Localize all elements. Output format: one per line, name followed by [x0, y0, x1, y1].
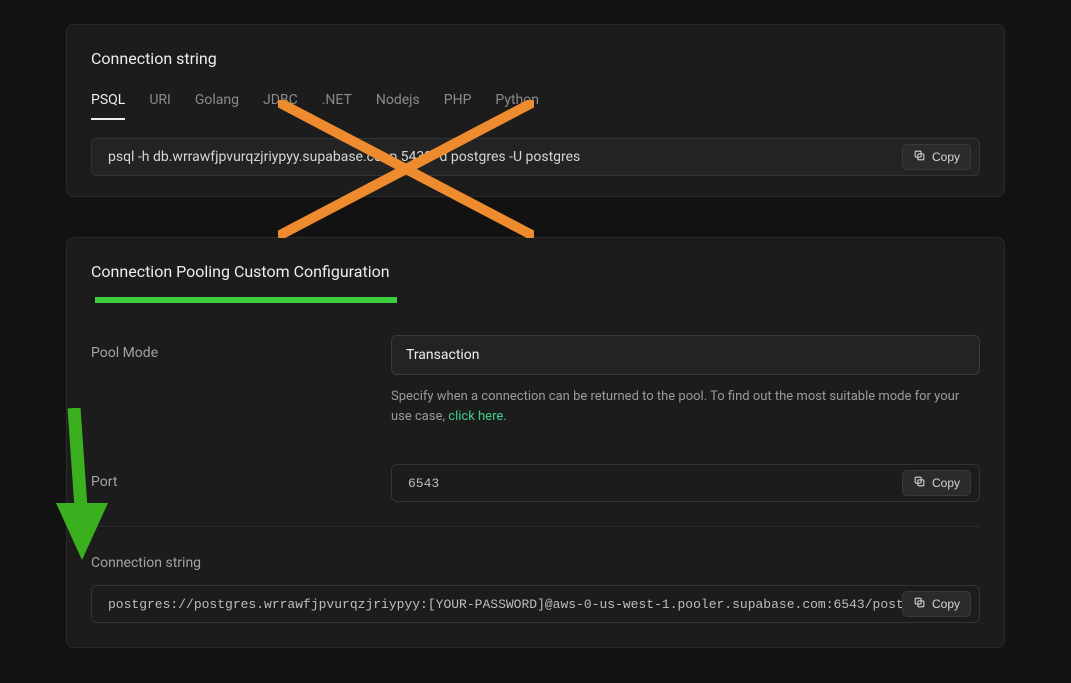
pooling-title: Connection Pooling Custom Configuration [91, 262, 390, 281]
tab-nodejs[interactable]: Nodejs [376, 92, 420, 120]
pooling-conn-string-field: postgres://postgres.wrrawfjpvurqzjriypyy… [91, 585, 980, 623]
pool-mode-label: Pool Mode [91, 335, 311, 426]
divider [91, 526, 980, 527]
port-field: 6543 Copy [391, 464, 980, 502]
pooling-conn-string-label: Connection string [91, 555, 980, 571]
tab-psql[interactable]: PSQL [91, 92, 125, 120]
copy-icon [913, 596, 926, 612]
copy-port-button[interactable]: Copy [902, 470, 971, 496]
tab-golang[interactable]: Golang [195, 92, 239, 120]
pooling-title-wrap: Connection Pooling Custom Configuration [91, 262, 390, 281]
connection-string-title: Connection string [91, 49, 980, 68]
port-row: Port 6543 Copy [91, 464, 980, 502]
tab-jdbc[interactable]: JDBC [263, 92, 298, 120]
pool-mode-value: Transaction [406, 347, 480, 363]
tab-dotnet[interactable]: .NET [322, 92, 352, 120]
connection-string-tabs: PSQL URI Golang JDBC .NET Nodejs PHP Pyt… [91, 92, 980, 120]
tab-php[interactable]: PHP [444, 92, 472, 120]
copy-icon [913, 475, 926, 491]
pool-mode-help: Specify when a connection can be returne… [391, 387, 980, 426]
copy-label: Copy [932, 476, 960, 490]
underline-highlight [95, 297, 397, 303]
connection-string-card: Connection string PSQL URI Golang JDBC .… [66, 24, 1005, 197]
port-label: Port [91, 464, 311, 502]
pooling-conn-string-value: postgres://postgres.wrrawfjpvurqzjriypyy… [108, 597, 902, 612]
tab-uri[interactable]: URI [149, 92, 171, 120]
pool-mode-row: Pool Mode Transaction Specify when a con… [91, 335, 980, 426]
pool-mode-help-link[interactable]: click here [448, 409, 503, 424]
pool-mode-select[interactable]: Transaction [391, 335, 980, 375]
copy-icon [913, 149, 926, 165]
port-value: 6543 [408, 476, 902, 491]
copy-label: Copy [932, 150, 960, 164]
tab-python[interactable]: Python [495, 92, 539, 120]
copy-label: Copy [932, 597, 960, 611]
copy-connection-string-button[interactable]: Copy [902, 144, 971, 170]
connection-string-value: psql -h db.wrrawfjpvurqzjriypyy.supabase… [108, 149, 902, 165]
copy-pooling-conn-string-button[interactable]: Copy [902, 591, 971, 617]
connection-pooling-card: Connection Pooling Custom Configuration … [66, 237, 1005, 648]
connection-string-field: psql -h db.wrrawfjpvurqzjriypyy.supabase… [91, 138, 980, 176]
